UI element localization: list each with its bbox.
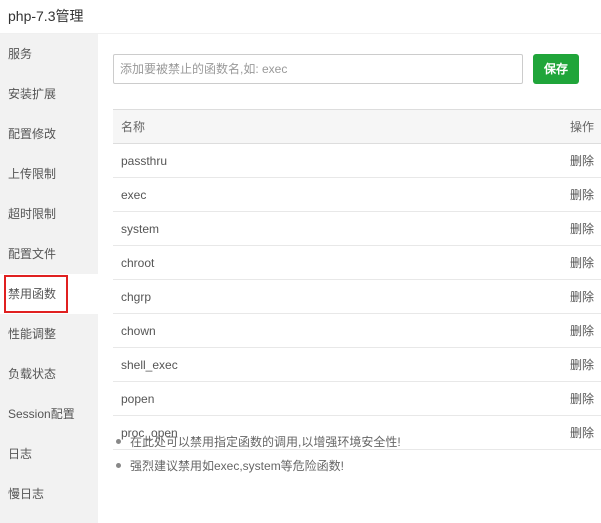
delete-link[interactable]: 删除 (570, 144, 594, 178)
sidebar-item-session-config[interactable]: Session配置 (0, 394, 98, 434)
sidebar-item-install-extensions[interactable]: 安装扩展 (0, 74, 98, 114)
table-row: chgrp 删除 (113, 280, 601, 314)
tip-item: 在此处可以禁用指定函数的调用,以增强环境安全性! (116, 430, 586, 454)
sidebar-item-disabled-functions[interactable]: 禁用函数 (0, 274, 98, 314)
sidebar-item-label: 慢日志 (8, 487, 45, 501)
tip-text: 强烈建议禁用如exec,system等危险函数! (130, 459, 345, 473)
bullet-icon (116, 439, 121, 444)
delete-link[interactable]: 删除 (570, 246, 594, 280)
tip-text: 在此处可以禁用指定函数的调用,以增强环境安全性! (130, 435, 401, 449)
delete-link[interactable]: 删除 (570, 178, 594, 212)
delete-link[interactable]: 删除 (570, 314, 594, 348)
save-button[interactable]: 保存 (533, 54, 579, 84)
sidebar-item-config-file[interactable]: 配置文件 (0, 234, 98, 274)
function-name: passthru (121, 154, 168, 168)
delete-link[interactable]: 删除 (570, 212, 594, 246)
function-name: shell_exec (121, 358, 178, 372)
sidebar-item-label: 服务 (8, 47, 33, 61)
table-row: system 删除 (113, 212, 601, 246)
delete-link[interactable]: 删除 (570, 280, 594, 314)
delete-link[interactable]: 删除 (570, 382, 594, 416)
function-name: system (121, 222, 160, 236)
tips-list: 在此处可以禁用指定函数的调用,以增强环境安全性! 强烈建议禁用如exec,sys… (116, 430, 586, 478)
sidebar-item-label: 日志 (8, 447, 33, 461)
table-row: chown 删除 (113, 314, 601, 348)
sidebar-item-service[interactable]: 服务 (0, 34, 98, 74)
table-header: 名称 操作 (113, 110, 601, 144)
sidebar-item-label: 超时限制 (8, 207, 57, 221)
table-row: shell_exec 删除 (113, 348, 601, 382)
table-row: exec 删除 (113, 178, 601, 212)
delete-link[interactable]: 删除 (570, 348, 594, 382)
column-header-name: 名称 (121, 120, 146, 134)
sidebar-item-performance-tuning[interactable]: 性能调整 (0, 314, 98, 354)
sidebar-item-timeout-limit[interactable]: 超时限制 (0, 194, 98, 234)
sidebar-item-upload-limit[interactable]: 上传限制 (0, 154, 98, 194)
sidebar-item-config-edit[interactable]: 配置修改 (0, 114, 98, 154)
window-title: php-7.3管理 (8, 8, 84, 24)
table-row: passthru 删除 (113, 144, 601, 178)
function-name: chown (121, 324, 156, 338)
bullet-icon (116, 463, 121, 468)
sidebar-item-log[interactable]: 日志 (0, 434, 98, 474)
table-row: chroot 删除 (113, 246, 601, 280)
sidebar: 服务 安装扩展 配置修改 上传限制 超时限制 配置文件 禁用函数 性能调整 负载… (0, 34, 98, 523)
sidebar-item-label: 上传限制 (8, 167, 57, 181)
window-title-bar: php-7.3管理 (0, 0, 601, 34)
tip-item: 强烈建议禁用如exec,system等危险函数! (116, 454, 586, 478)
sidebar-item-label: 禁用函数 (8, 287, 57, 301)
function-name: popen (121, 392, 155, 406)
disabled-functions-table: 名称 操作 passthru 删除 exec 删除 system 删除 chroot 删… (113, 109, 601, 450)
function-name: exec (121, 188, 147, 202)
column-header-action: 操作 (569, 120, 594, 134)
sidebar-item-label: 配置文件 (8, 247, 57, 261)
sidebar-item-load-status[interactable]: 负载状态 (0, 354, 98, 394)
sidebar-item-label: 负载状态 (8, 367, 57, 381)
sidebar-item-slow-log[interactable]: 慢日志 (0, 474, 98, 514)
function-name: chgrp (121, 290, 152, 304)
function-name: chroot (121, 256, 155, 270)
sidebar-item-label: 安装扩展 (8, 87, 57, 101)
sidebar-item-label: 性能调整 (8, 327, 57, 341)
table-row: popen 删除 (113, 382, 601, 416)
sidebar-item-label: 配置修改 (8, 127, 57, 141)
function-name-input[interactable] (113, 54, 523, 84)
sidebar-item-label: Session配置 (8, 407, 75, 421)
